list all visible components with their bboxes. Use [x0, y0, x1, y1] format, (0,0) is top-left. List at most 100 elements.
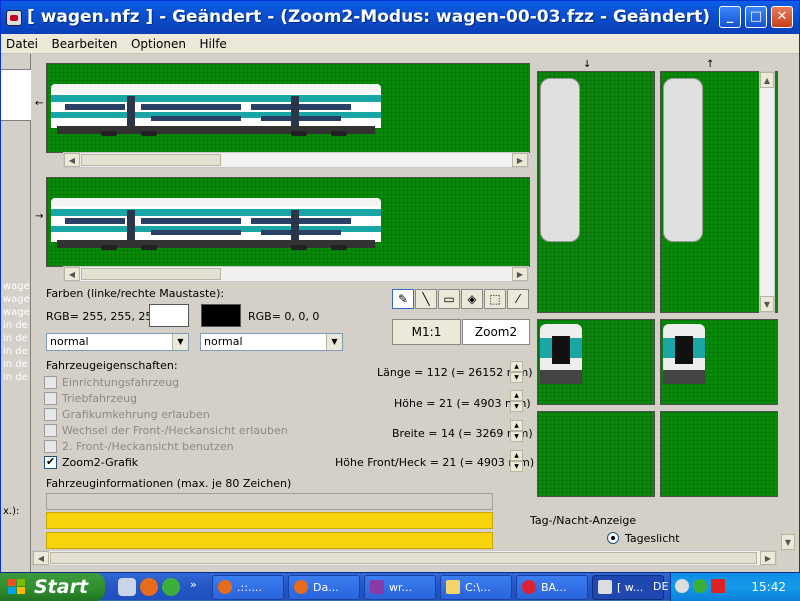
right-color-swatch[interactable]	[201, 304, 241, 327]
left-color-swatch[interactable]	[149, 304, 189, 327]
daynight-heading: Tag-/Nacht-Anzeige	[530, 514, 637, 527]
quicklaunch-firefox-icon[interactable]	[140, 578, 158, 596]
m1-1-button[interactable]: M1:1	[392, 319, 461, 345]
taskbar-item-label: [ w...	[617, 581, 644, 594]
scroll-up-icon[interactable]: ▲	[760, 72, 774, 88]
close-button[interactable]: ✕	[771, 6, 793, 28]
front-view-right[interactable]	[660, 319, 778, 405]
spin-up-icon[interactable]: ▲	[510, 450, 523, 461]
title-bar[interactable]: [ wagen.nfz ] - Geändert - (Zoom2-Modus:…	[1, 1, 799, 34]
top-view-vscroll[interactable]: ▲ ▼	[759, 71, 775, 313]
checkbox-zoom2-grafik[interactable]	[44, 455, 57, 469]
line-icon[interactable]: ╲	[415, 289, 437, 309]
front-view-left[interactable]	[537, 319, 655, 405]
arrow-left-icon: ←	[35, 98, 44, 109]
pencil-icon[interactable]: ✎	[392, 289, 414, 309]
language-indicator[interactable]: DE	[653, 580, 668, 593]
left-strip-line: in de	[3, 320, 28, 331]
scroll-right-icon[interactable]: ▶	[512, 153, 528, 167]
tray-arrow-icon[interactable]	[675, 579, 689, 593]
main-vscroll[interactable]: ▼	[781, 314, 797, 550]
checkbox-wechsel-front-heck[interactable]	[44, 424, 57, 437]
tray-antivirus-icon[interactable]	[711, 579, 725, 593]
tray-flower-icon[interactable]	[693, 579, 707, 593]
clock[interactable]: 15:42	[751, 580, 786, 594]
info-field-2[interactable]	[46, 512, 493, 529]
left-strip-line: in de	[3, 359, 28, 370]
scroll-right-icon[interactable]: ▶	[512, 267, 528, 281]
scroll-thumb[interactable]	[81, 268, 221, 280]
zoom2-button[interactable]: Zoom2	[462, 319, 530, 345]
taskbar-item[interactable]: Da...	[288, 575, 360, 600]
select-icon[interactable]: ⬚	[484, 289, 506, 309]
app-icon[interactable]	[6, 10, 22, 26]
extra-view-right[interactable]	[660, 411, 778, 497]
train-top-image	[663, 78, 703, 242]
picker-icon[interactable]: ⁄	[507, 289, 529, 309]
side-view-bottom-hscroll[interactable]: ◀ ▶	[63, 266, 529, 282]
spin-up-icon[interactable]: ▲	[510, 420, 523, 431]
quicklaunch-desktop-icon[interactable]	[118, 578, 136, 596]
scroll-thumb[interactable]	[50, 552, 757, 564]
extra-view-left[interactable]	[537, 411, 655, 497]
checkbox-zweite-front-heck[interactable]	[44, 440, 57, 453]
rectangle-icon[interactable]: ▭	[438, 289, 460, 309]
client-area: wage wage wage in de in de in de in de i…	[1, 54, 799, 572]
left-toolbar-box[interactable]	[1, 69, 31, 121]
front-height-spinner[interactable]: ▲ ▼	[510, 450, 523, 472]
taskbar-item[interactable]: .::....	[212, 575, 284, 600]
menu-bearbeiten[interactable]: Bearbeiten	[47, 34, 123, 51]
menu-datei[interactable]: Datei	[1, 34, 43, 51]
maximize-button[interactable]: □	[745, 6, 767, 28]
checkbox-label: Einrichtungsfahrzeug	[62, 376, 180, 389]
side-view-bottom[interactable]: ◀ ▶	[46, 177, 530, 282]
taskbar-item[interactable]: C:\...	[440, 575, 512, 600]
left-mode-select[interactable]: normal ▼	[46, 333, 189, 351]
window-title: [ wagen.nfz ] - Geändert - (Zoom2-Modus:…	[27, 7, 710, 27]
scroll-thumb[interactable]	[81, 154, 221, 166]
info-field-3[interactable]	[46, 532, 493, 549]
scroll-down-icon[interactable]: ▼	[781, 534, 795, 550]
spin-down-icon[interactable]: ▼	[510, 372, 523, 383]
side-view-top-hscroll[interactable]: ◀ ▶	[63, 152, 529, 168]
checkbox-label: 2. Front-/Heckansicht benutzen	[62, 440, 234, 453]
radio-tageslicht[interactable]	[607, 532, 619, 544]
fill-icon[interactable]: ◈	[461, 289, 483, 309]
menu-hilfe[interactable]: Hilfe	[195, 34, 232, 51]
menu-optionen[interactable]: Optionen	[126, 34, 191, 51]
main-hscroll[interactable]: ◀ ▶	[32, 550, 777, 566]
scroll-right-icon[interactable]: ▶	[760, 551, 776, 565]
length-spinner[interactable]: ▲ ▼	[510, 361, 523, 383]
side-view-top[interactable]: ◀ ▶	[46, 63, 530, 168]
checkbox-grafikumkehrung[interactable]	[44, 408, 57, 421]
train-editor-icon	[598, 580, 612, 594]
taskbar-item-label: .::....	[237, 581, 262, 594]
taskbar-item[interactable]: wr...	[364, 575, 436, 600]
spin-up-icon[interactable]: ▲	[510, 390, 523, 401]
quicklaunch-more-icon[interactable]: »	[190, 578, 197, 591]
chevron-down-icon[interactable]: ▼	[172, 334, 188, 350]
spin-up-icon[interactable]: ▲	[510, 361, 523, 372]
right-mode-select[interactable]: normal ▼	[200, 333, 343, 351]
height-spinner[interactable]: ▲ ▼	[510, 390, 523, 412]
checkbox-label: Grafikumkehrung erlauben	[62, 408, 210, 421]
scroll-left-icon[interactable]: ◀	[64, 153, 80, 167]
scroll-left-icon[interactable]: ◀	[33, 551, 49, 565]
spin-down-icon[interactable]: ▼	[510, 431, 523, 442]
top-view-left[interactable]	[537, 71, 655, 313]
start-button[interactable]: Start	[0, 573, 105, 601]
width-spinner[interactable]: ▲ ▼	[510, 420, 523, 442]
spin-down-icon[interactable]: ▼	[510, 401, 523, 412]
info-field-1[interactable]	[46, 493, 493, 510]
taskbar-item[interactable]: BA...	[516, 575, 588, 600]
chevron-down-icon[interactable]: ▼	[326, 334, 342, 350]
front-height-label: Höhe Front/Heck = 21 (= 4903 mm)	[335, 456, 535, 469]
spin-down-icon[interactable]: ▼	[510, 461, 523, 472]
quicklaunch-flower-icon[interactable]	[162, 578, 180, 596]
checkbox-einrichtungsfahrzeug[interactable]	[44, 376, 57, 389]
left-strip-trailer: x.):	[3, 506, 20, 517]
checkbox-triebfahrzeug[interactable]	[44, 392, 57, 405]
minimize-button[interactable]: _	[719, 6, 741, 28]
scroll-left-icon[interactable]: ◀	[64, 267, 80, 281]
scroll-down-icon[interactable]: ▼	[760, 296, 774, 312]
